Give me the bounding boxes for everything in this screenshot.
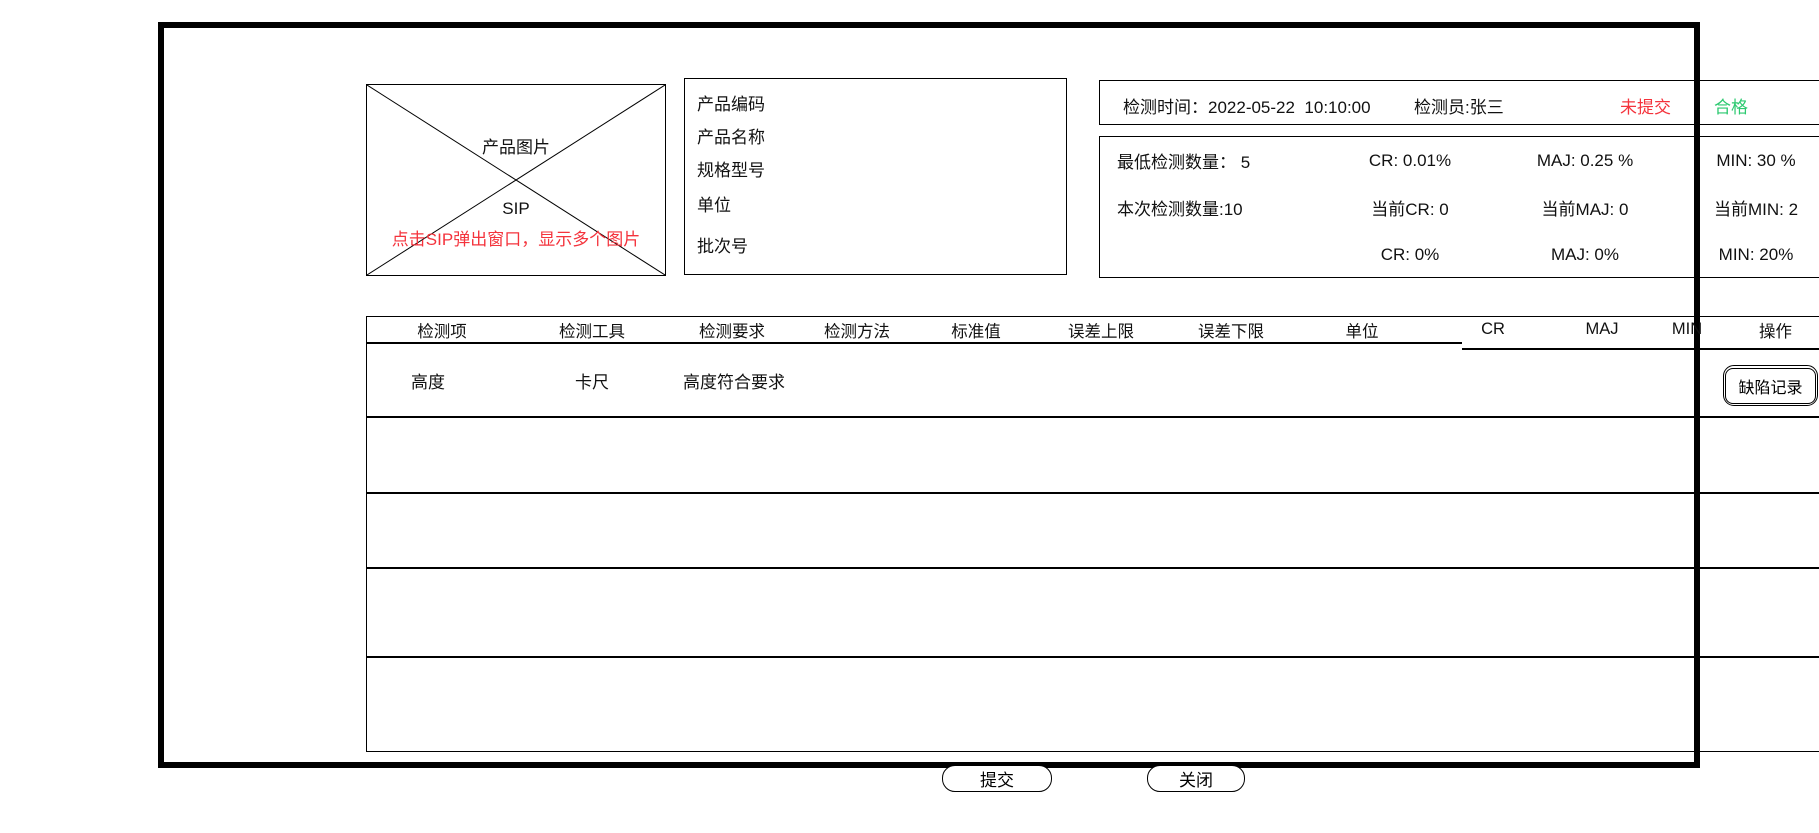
dialog-window-frame: 产品图片 SIP 点击SIP弹出窗口，显示多个图片 产品编码 产品名称 规格型号…	[158, 22, 1700, 768]
stat-min-rate: MIN: 20%	[1680, 245, 1819, 265]
table-row-divider	[367, 656, 1819, 658]
stat-cr-rate: CR: 0%	[1330, 245, 1490, 265]
defect-record-button[interactable]: 缺陷记录	[1725, 368, 1815, 404]
stat-cr-limit: CR: 0.01%	[1330, 151, 1490, 171]
stat-current-cr: 当前CR: 0	[1330, 195, 1490, 220]
header-divider-left	[367, 342, 1462, 344]
table-row-divider	[367, 567, 1819, 569]
status-unsubmitted: 未提交	[1620, 93, 1671, 118]
sip-link[interactable]: SIP	[367, 199, 665, 219]
table-row-height-check[interactable]: 高度 卡尺 高度符合要求 缺陷记录	[367, 345, 1819, 415]
cell-item: 高度	[367, 368, 517, 393]
submit-button[interactable]: 提交	[942, 765, 1052, 792]
cell-tool: 卡尺	[517, 368, 667, 393]
product-image-label: 产品图片	[367, 133, 665, 158]
inspection-stats-panel: 最低检测数量： 5 CR: 0.01% MAJ: 0.25 % MIN: 30 …	[1099, 136, 1819, 278]
col-header-method: 检测方法	[797, 318, 917, 342]
product-image-placeholder[interactable]: 产品图片 SIP 点击SIP弹出窗口，显示多个图片	[366, 84, 666, 276]
sip-hint-text: 点击SIP弹出窗口，显示多个图片	[367, 225, 665, 250]
product-info-panel: 产品编码 产品名称 规格型号 单位 批次号	[684, 78, 1067, 275]
col-header-action: 操作	[1727, 318, 1819, 342]
close-button[interactable]: 关闭	[1147, 765, 1245, 792]
field-label-batch-number: 批次号	[697, 232, 748, 257]
col-header-cr: CR	[1429, 320, 1557, 339]
inspection-header-strip: 检测时间：2022-05-22 10:10:00 检测员:张三 未提交 合格	[1099, 80, 1819, 125]
table-row-divider	[367, 416, 1819, 418]
stat-min-inspect-qty: 最低检测数量： 5	[1100, 148, 1330, 173]
col-header-lower-limit: 误差下限	[1167, 318, 1295, 342]
table-header-row: 检测项 检测工具 检测要求 检测方法 标准值 误差上限 误差下限 单位 CR M…	[367, 317, 1819, 342]
stat-current-maj: 当前MAJ: 0	[1490, 195, 1680, 220]
col-header-item: 检测项	[367, 318, 517, 342]
col-header-maj: MAJ	[1557, 320, 1647, 339]
field-label-spec-model: 规格型号	[697, 156, 765, 181]
field-label-unit: 单位	[697, 191, 731, 216]
status-qualified: 合格	[1714, 93, 1748, 118]
inspection-time: 检测时间：2022-05-22 10:10:00	[1123, 93, 1371, 118]
col-header-standard: 标准值	[917, 318, 1035, 342]
cell-requirement: 高度符合要求	[667, 368, 797, 393]
col-header-min: MIN	[1647, 320, 1727, 339]
stat-current-qty: 本次检测数量:10	[1100, 195, 1330, 220]
col-header-requirement: 检测要求	[667, 318, 797, 342]
field-label-product-code: 产品编码	[697, 90, 765, 115]
col-header-tool: 检测工具	[517, 318, 667, 342]
col-header-unit: 单位	[1295, 318, 1429, 342]
stat-maj-rate: MAJ: 0%	[1490, 245, 1680, 265]
col-header-upper-limit: 误差上限	[1035, 318, 1167, 342]
field-label-product-name: 产品名称	[697, 123, 765, 148]
defect-record-button-outline: 缺陷记录	[1723, 365, 1818, 406]
stat-current-min: 当前MIN: 2	[1680, 195, 1819, 220]
stat-maj-limit: MAJ: 0.25 %	[1490, 151, 1680, 171]
table-row-divider	[367, 492, 1819, 494]
inspector-name: 检测员:张三	[1414, 93, 1504, 118]
inspection-dialog-screenshot: 产品图片 SIP 点击SIP弹出窗口，显示多个图片 产品编码 产品名称 规格型号…	[0, 0, 1819, 833]
stat-min-limit: MIN: 30 %	[1680, 151, 1819, 171]
inspection-items-table: 检测项 检测工具 检测要求 检测方法 标准值 误差上限 误差下限 单位 CR M…	[366, 316, 1819, 752]
